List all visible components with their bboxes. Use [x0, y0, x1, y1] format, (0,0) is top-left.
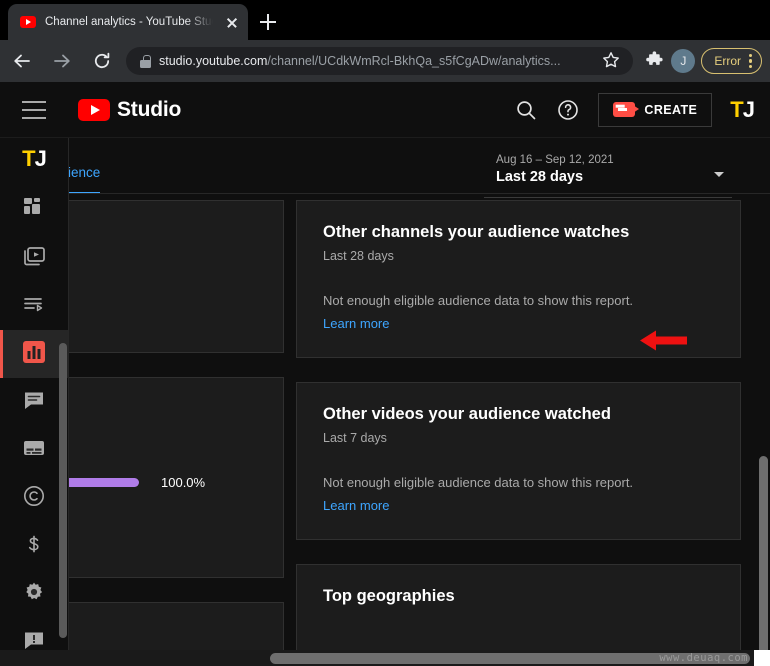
copyright-icon	[22, 484, 46, 513]
card-subtitle: Last 28 days	[323, 249, 714, 263]
lock-icon	[140, 55, 151, 68]
browser-window: Channel analytics - YouTube Stud studio.…	[0, 0, 770, 666]
bar-chart-icon	[21, 339, 47, 370]
address-bar-url: studio.youtube.com/channel/UCdkWmRcl-Bkh…	[159, 54, 593, 68]
playlist-icon	[22, 292, 46, 321]
analytics-content: ment Audience Aug 16 – Sep 12, 2021 Last…	[68, 138, 770, 666]
card-title: Top geographies	[323, 587, 714, 606]
card-other-videos[interactable]: Other videos your audience watched Last …	[296, 382, 741, 540]
subtitles-icon	[22, 436, 46, 465]
sidebar-item-comments[interactable]	[0, 378, 68, 426]
card-empty-message: Not enough eligible audience data to sho…	[323, 475, 714, 490]
tab-audience[interactable]: Audience	[68, 165, 100, 194]
studio-header-actions: CREATE TJ	[514, 93, 754, 127]
profile-avatar[interactable]: J	[671, 49, 695, 73]
studio-sidebar: TJ	[0, 138, 68, 666]
sidebar-scrollbar-thumb[interactable]	[59, 343, 67, 638]
reload-icon[interactable]	[84, 43, 120, 79]
card-traffic-source[interactable]: YouTube days this report	[68, 200, 284, 353]
gear-icon	[22, 580, 46, 609]
youtube-logo-icon	[78, 99, 110, 121]
browser-tab-title: Channel analytics - YouTube Stud	[45, 16, 213, 28]
analytics-left-column: YouTube days this report rs 100.0%	[68, 200, 284, 666]
sidebar-item-subtitles[interactable]	[0, 426, 68, 474]
video-library-icon	[22, 244, 46, 273]
youtube-icon	[20, 16, 36, 28]
corner-box	[754, 650, 770, 666]
url-path: /channel/UCdkWmRcl-BkhQa_s5fCgADw/analyt…	[267, 54, 560, 68]
forward-arrow-icon[interactable]	[44, 43, 80, 79]
sidebar-channel-avatar[interactable]: TJ	[22, 146, 46, 172]
browser-toolbar: studio.youtube.com/channel/UCdkWmRcl-Bkh…	[0, 40, 770, 82]
card-title: rs	[68, 400, 257, 419]
browser-tab[interactable]: Channel analytics - YouTube Stud	[8, 4, 248, 40]
analytics-right-column: Other channels your audience watches Las…	[296, 200, 741, 666]
sidebar-item-playlists[interactable]	[0, 282, 68, 330]
viewer-bar-row: 100.0%	[68, 475, 257, 490]
puzzle-piece-icon[interactable]	[641, 47, 669, 75]
video-camera-plus-icon	[613, 102, 635, 117]
create-button-label: CREATE	[644, 103, 697, 117]
analytics-tabs: ment Audience Aug 16 – Sep 12, 2021 Last…	[68, 138, 770, 194]
viewer-bar-fill	[68, 478, 139, 487]
hamburger-icon[interactable]	[22, 101, 46, 119]
watermark: www.deuaq.com	[659, 652, 748, 664]
studio-brand[interactable]: Studio	[78, 98, 181, 122]
card-viewers-breakdown[interactable]: rs 100.0%	[68, 377, 284, 578]
dollar-sign-icon	[22, 532, 46, 561]
url-domain: studio.youtube.com	[159, 54, 267, 68]
card-title: YouTube	[68, 223, 257, 242]
learn-more-link[interactable]: Learn more	[323, 316, 389, 331]
new-tab-button[interactable]	[254, 8, 282, 36]
card-subtitle: Last 7 days	[323, 431, 714, 445]
error-label: Error	[714, 54, 741, 68]
analytics-canvas: ment Audience Aug 16 – Sep 12, 2021 Last…	[68, 138, 770, 666]
kebab-menu-icon[interactable]	[749, 53, 753, 69]
search-icon[interactable]	[514, 98, 538, 122]
create-button[interactable]: CREATE	[598, 93, 712, 127]
date-range-selector[interactable]: Aug 16 – Sep 12, 2021 Last 28 days	[484, 152, 732, 198]
sidebar-item-settings[interactable]	[0, 570, 68, 618]
sidebar-item-content[interactable]	[0, 234, 68, 282]
studio-header: Studio CREATE TJ	[0, 82, 770, 138]
content-scrollbar-thumb[interactable]	[759, 456, 768, 656]
date-range-dates: Aug 16 – Sep 12, 2021	[496, 154, 732, 166]
card-other-channels[interactable]: Other channels your audience watches Las…	[296, 200, 741, 358]
chevron-down-icon[interactable]	[714, 172, 724, 177]
card-title: Other channels your audience watches	[323, 223, 714, 242]
card-empty-message: this report	[68, 293, 257, 308]
comment-icon	[22, 388, 46, 417]
youtube-studio-page: Studio CREATE TJ TJ	[0, 82, 770, 666]
card-empty-message: Not enough eligible audience data to sho…	[323, 293, 714, 308]
sidebar-item-monetization[interactable]	[0, 522, 68, 570]
address-bar[interactable]: studio.youtube.com/channel/UCdkWmRcl-Bkh…	[126, 47, 633, 75]
learn-more-link[interactable]: Learn more	[323, 498, 389, 513]
back-arrow-icon[interactable]	[4, 43, 40, 79]
analytics-cards: YouTube days this report rs 100.0%	[68, 200, 770, 666]
error-status-button[interactable]: Error	[701, 48, 762, 74]
help-circle-icon[interactable]	[556, 98, 580, 122]
date-range-preset: Last 28 days	[496, 169, 732, 185]
sidebar-item-analytics[interactable]	[0, 330, 68, 378]
close-icon[interactable]	[222, 12, 242, 32]
star-icon[interactable]	[601, 50, 623, 72]
viewer-bar-value: 100.0%	[161, 475, 205, 490]
viewer-bar-track	[68, 478, 139, 487]
browser-tab-strip: Channel analytics - YouTube Stud	[0, 0, 770, 40]
account-avatar[interactable]: TJ	[730, 99, 754, 121]
dashboard-grid-icon	[23, 197, 45, 224]
card-title: Other videos your audience watched	[323, 405, 714, 424]
horizontal-scrollbar[interactable]: www.deuaq.com	[0, 650, 770, 666]
sidebar-item-dashboard[interactable]	[0, 186, 68, 234]
studio-brand-label: Studio	[117, 98, 181, 122]
card-subtitle: days	[68, 249, 257, 263]
sidebar-item-copyright[interactable]	[0, 474, 68, 522]
